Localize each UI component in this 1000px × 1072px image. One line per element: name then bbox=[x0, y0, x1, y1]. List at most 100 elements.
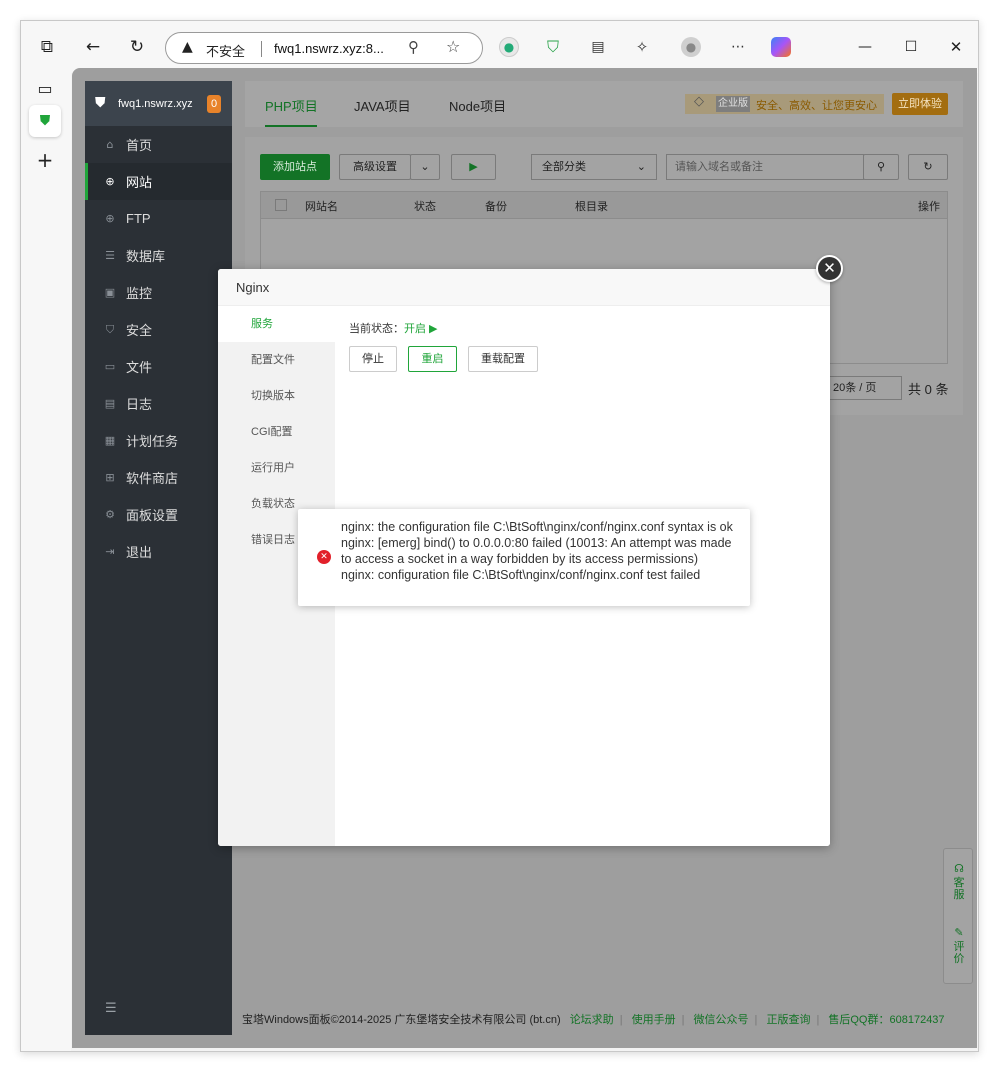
manual-link[interactable]: 使用手册 bbox=[632, 1014, 676, 1026]
search-button[interactable]: ⚲ bbox=[863, 154, 899, 180]
collections-icon[interactable]: ▤ bbox=[588, 37, 608, 57]
favorite-star-icon[interactable]: ☆ bbox=[446, 37, 460, 56]
browser-toolbar: ⧉ ← ↻ ▲ 不安全 fwq1.nswrz.xyz:8... ⚲ ☆ ● ⛉ … bbox=[21, 21, 978, 73]
tab-actions-icon[interactable]: ⧉ bbox=[35, 35, 59, 59]
page-size-select[interactable]: 20条 / 页 bbox=[828, 376, 902, 400]
review-button[interactable]: ✎ 评价 bbox=[944, 927, 974, 965]
tab-java[interactable]: JAVA项目 bbox=[354, 96, 411, 115]
col-root-dir: 根目录 bbox=[575, 201, 608, 213]
sidebar-item-monitor[interactable]: ▣ 监控 bbox=[85, 274, 232, 311]
modal-title: Nginx bbox=[218, 269, 830, 306]
qq-group-link[interactable]: 售后QQ群：608172437 bbox=[828, 1014, 944, 1026]
modal-nav-switch-version[interactable]: 切换版本 bbox=[218, 378, 335, 414]
insecure-label: 不安全 bbox=[206, 44, 246, 59]
sidebar-item-cron[interactable]: ▦ 计划任务 bbox=[85, 422, 232, 459]
advanced-settings-button[interactable]: 高级设置 bbox=[339, 154, 411, 180]
license-link[interactable]: 正版查询 bbox=[766, 1014, 810, 1026]
bt-shield-icon: ⛊ bbox=[39, 113, 51, 129]
sidebar-item-security[interactable]: ⛉ 安全 bbox=[85, 311, 232, 348]
zoom-icon[interactable]: ⚲ bbox=[408, 38, 419, 56]
close-icon[interactable]: ✕ bbox=[944, 35, 968, 59]
chevron-down-icon: ⌄ bbox=[420, 161, 430, 173]
modal-close-icon[interactable]: ✕ bbox=[816, 255, 843, 282]
extensions-icon[interactable]: ✧ bbox=[632, 37, 652, 57]
refresh-list-button[interactable]: ↻ bbox=[908, 154, 948, 180]
profile-icon[interactable]: ● bbox=[681, 37, 701, 57]
col-status[interactable]: 状态 bbox=[414, 198, 436, 214]
status-label: 当前状态： bbox=[349, 323, 404, 335]
sidebar-item-label: 首页 bbox=[126, 138, 153, 153]
warning-icon: ▲ bbox=[182, 39, 193, 55]
page-size-value: 20条 / 页 bbox=[833, 382, 877, 394]
page-footer: 宝塔Windows面板©2014-2025 广东堡塔安全技术有限公司 (bt.c… bbox=[242, 1011, 945, 1027]
reload-config-button[interactable]: 重载配置 bbox=[468, 346, 538, 372]
advanced-dropdown-button[interactable]: ⌄ bbox=[410, 154, 440, 180]
restart-button[interactable]: 重启 bbox=[408, 346, 457, 372]
extension-icon[interactable]: ● bbox=[499, 37, 519, 57]
sidebar-item-store[interactable]: ⊞ 软件商店 bbox=[85, 459, 232, 496]
modal-nav-cgi-config[interactable]: CGI配置 bbox=[218, 414, 335, 450]
total-count: 共 0 条 bbox=[908, 382, 949, 397]
more-icon[interactable]: ⋯ bbox=[728, 37, 748, 57]
col-backup[interactable]: 备份 bbox=[485, 198, 507, 214]
diamond-icon: ◇ bbox=[694, 94, 704, 109]
minimize-icon[interactable]: — bbox=[853, 35, 877, 59]
sidebar-item-website[interactable]: ⊕ 网站 bbox=[85, 163, 232, 200]
forum-link[interactable]: 论坛求助 bbox=[570, 1014, 614, 1026]
bt-logo-icon: ⛊ bbox=[95, 94, 106, 111]
notification-badge[interactable]: 0 bbox=[207, 95, 221, 113]
status-value: 开启 ▶ bbox=[404, 323, 438, 335]
edit-icon: ✎ bbox=[954, 927, 964, 939]
modal-nav-run-user[interactable]: 运行用户 bbox=[218, 450, 335, 486]
add-site-button[interactable]: 添加站点 bbox=[260, 154, 330, 180]
search-input[interactable]: 请输入域名或备注 bbox=[666, 154, 864, 180]
active-tab-indicator bbox=[265, 125, 317, 127]
sidebar-lower bbox=[85, 570, 232, 1035]
ftp-icon: ⊕ bbox=[105, 212, 115, 225]
wechat-link[interactable]: 微信公众号 bbox=[694, 1014, 749, 1026]
select-all-checkbox[interactable] bbox=[275, 199, 287, 211]
url-text: fwq1.nswrz.xyz:8... bbox=[274, 41, 384, 56]
sidebar-item-label: FTP bbox=[126, 211, 151, 226]
active-tab[interactable]: ⛊ bbox=[29, 105, 61, 137]
sidebar-item-logs[interactable]: ▤ 日志 bbox=[85, 385, 232, 422]
tab-panel-icon[interactable]: ▭ bbox=[34, 77, 56, 99]
customer-service-button[interactable]: ☊ 客服 bbox=[944, 863, 974, 901]
log-icon: ▤ bbox=[104, 397, 116, 410]
sidebar-item-label: 日志 bbox=[126, 397, 153, 412]
tab-node[interactable]: Node项目 bbox=[449, 96, 506, 115]
security-icon: ⛉ bbox=[105, 322, 115, 336]
modal-nav-service[interactable]: 服务 bbox=[218, 306, 335, 342]
address-bar[interactable]: ▲ 不安全 fwq1.nswrz.xyz:8... ⚲ ☆ bbox=[165, 32, 483, 64]
sidebar-item-logout[interactable]: ⇥ 退出 bbox=[85, 533, 232, 570]
modal-nav-config-file[interactable]: 配置文件 bbox=[218, 342, 335, 378]
back-icon[interactable]: ← bbox=[81, 35, 105, 59]
sidebar-item-files[interactable]: ▭ 文件 bbox=[85, 348, 232, 385]
sidebar-header: ⛊ fwq1.nswrz.xyz 0 bbox=[85, 81, 232, 126]
footer-separator: | bbox=[619, 1014, 623, 1026]
copilot-icon[interactable] bbox=[771, 37, 791, 57]
service-status: 当前状态：开启 ▶ bbox=[349, 320, 438, 336]
col-site-name[interactable]: 网站名 bbox=[305, 198, 338, 214]
tab-php[interactable]: PHP项目 bbox=[265, 96, 318, 115]
refresh-icon[interactable]: ↻ bbox=[125, 35, 149, 59]
maximize-icon[interactable]: ☐ bbox=[899, 35, 923, 59]
stop-button[interactable]: 停止 bbox=[349, 346, 397, 372]
sidebar-item-database[interactable]: ☰ 数据库 bbox=[85, 237, 232, 274]
home-icon: ⌂ bbox=[106, 138, 114, 151]
try-now-button[interactable]: 立即体验 bbox=[892, 93, 948, 115]
address-separator bbox=[261, 41, 262, 57]
collapse-menu-icon[interactable]: ☰ bbox=[105, 1001, 117, 1016]
new-tab-icon[interactable]: + bbox=[34, 148, 56, 172]
error-toast: ✕ nginx: the configuration file C:\BtSof… bbox=[298, 509, 750, 606]
sidebar-item-home[interactable]: ⌂ 首页 bbox=[85, 126, 232, 163]
sidebar-item-label: 安全 bbox=[126, 323, 153, 338]
sidebar-item-settings[interactable]: ⚙ 面板设置 bbox=[85, 496, 232, 533]
folder-icon: ▭ bbox=[104, 360, 116, 373]
shield-extension-icon[interactable]: ⛉ bbox=[543, 37, 563, 57]
footer-separator: | bbox=[754, 1014, 758, 1026]
category-select[interactable]: 全部分类 ⌄ bbox=[531, 154, 657, 180]
start-button[interactable]: ▶ bbox=[451, 154, 496, 180]
sidebar-item-ftp[interactable]: ⊕ FTP bbox=[85, 200, 232, 237]
enterprise-slogan: 安全、高效、让您更安心 bbox=[756, 100, 877, 112]
